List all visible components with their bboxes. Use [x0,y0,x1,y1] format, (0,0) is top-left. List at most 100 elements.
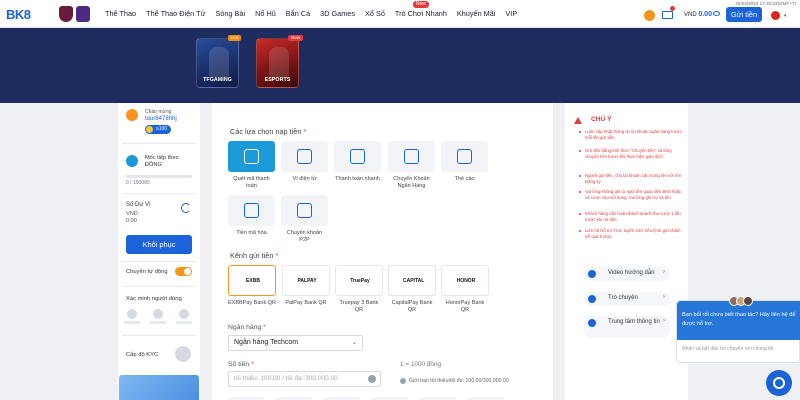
wallet-balance: 0.00 [126,218,137,224]
refresh-icon[interactable] [181,203,191,213]
nav-item[interactable]: Khuyến Mãi [452,0,501,28]
option-label: Chuyển khoản P2P [286,230,323,243]
game-card-esports[interactable]: ESPORTS [256,38,299,88]
verify-title: Xác minh người dùng [126,296,182,302]
notification-badge [670,6,675,11]
nav-item[interactable]: Xổ Số [360,0,390,28]
chat-icon [588,295,596,303]
option-label: Thẻ cào [454,176,475,182]
channel-option[interactable]: TruePay Truepay 3 Bank QR [335,265,383,314]
game-art [269,47,289,77]
mail-icon[interactable] [662,11,673,19]
divider [122,193,196,194]
level-progress-text: 0 / 150000 [126,180,150,186]
level-progress-bar [126,175,192,178]
channel-logo: CAPITAL [403,278,425,284]
level-icon [126,155,138,167]
option-label: Tiền mã hóa [236,230,267,236]
nav-item[interactable]: Bắn Cá [281,0,315,28]
game-banner: TFGAMING Hot ESPORTS New [0,28,800,103]
game-card-tfgaming[interactable]: TFGAMING [196,38,239,88]
amount-label: Số tiền * [228,361,254,368]
channel-option[interactable]: HONOR HonorPay Bank QR [441,265,489,314]
deposit-option[interactable]: Chuyển khoản P2P [281,195,328,244]
brand-logo[interactable]: BK8 [6,7,31,22]
channel-label: PalPay Bank QR [285,300,327,306]
chevron-down-icon[interactable]: ▾ [784,13,787,19]
chevron-right-icon: › [663,269,665,275]
help-link-label: Video hướng dẫn [608,270,655,276]
auto-transfer-toggle[interactable] [175,267,192,276]
info-center-icon [588,319,596,327]
deposit-button[interactable]: Gửi tiền [726,7,762,22]
help-link[interactable]: Trò chuyện › [584,292,670,306]
deposit-option[interactable]: Ví điện tử [281,141,328,183]
help-link[interactable]: Video hướng dẫn › [584,267,670,281]
deposit-option[interactable]: Thẻ cào [441,141,488,183]
deposit-option[interactable]: Quét mã thanh toán [228,141,275,190]
nav-item[interactable]: Thể Thao Điện Tử [141,0,210,28]
chat-widget[interactable]: Bạn bối rối chưa biết thao tác? Hãy liên… [676,296,800,363]
nav-item[interactable]: Nổ Hũ [250,0,281,28]
amount-input[interactable]: tối thiểu: 100,00 / tối đa: 300,000.00 [228,371,381,387]
partner-badge-icon [76,6,90,22]
promo-image[interactable] [119,375,199,400]
id-verify-icon[interactable] [179,309,189,319]
option-label: Ví điện tử [292,176,317,182]
nav-item-label: Nổ Hũ [255,9,276,18]
nav-item[interactable]: Sòng Bài [210,0,250,28]
info-icon [400,378,406,384]
coin-icon [146,126,153,133]
new-tag: New [412,1,429,8]
bank-select[interactable]: Ngân hàng Techcom ⌄ [228,335,363,351]
user-icon[interactable] [643,9,656,22]
option-box [441,141,488,172]
nav-item-label: Khuyến Mãi [456,9,496,18]
vietnam-flag-icon[interactable] [771,11,780,20]
phone-verify-icon[interactable] [127,309,137,319]
option-label: Quét mã thanh toán [233,176,270,189]
nav-item-label: Trò Chơi Nhanh [394,9,447,18]
nav-item[interactable]: VIP [500,0,522,28]
chat-input[interactable]: Nhấn và bắt đầu trò chuyện với chúng tôi [682,346,796,352]
datetime: 20/03/2024 17:20:22(GMT+7) [735,1,796,6]
channel-label: HonorPay Bank QR [445,300,485,313]
clear-icon[interactable] [368,375,376,383]
qr-code-icon [297,149,312,164]
bank-icon [404,149,419,164]
channel-box: CAPITAL [388,265,436,296]
eye-icon[interactable] [713,11,720,16]
chevron-right-icon: › [663,318,665,324]
chat-launcher-button[interactable] [766,370,792,396]
main-nav: Thể Thao Thể Thao Điện Tử Sòng Bài Nổ Hũ Bắn… [100,0,522,28]
channel-option[interactable]: PALPAY PalPay Bank QR [282,265,330,307]
kyc-icon[interactable] [175,346,191,362]
nav-item[interactable]: Thể Thao [100,0,141,28]
restore-button[interactable]: Khôi phục [126,235,192,254]
bank-label-text: Ngân hàng [228,324,262,331]
welcome-text: Chào mừng [145,109,172,115]
deposit-panel: Các lựa chọn nạp tiền * Quét mã thanh to… [212,103,553,400]
username[interactable]: tour8478hhj [145,116,177,122]
help-link[interactable]: Trung tâm thông tin › [584,316,670,338]
hot-tag: Hot [228,35,242,41]
wallet-currency: VND [126,211,138,217]
nav-item-label: Thể Thao Điện Tử [146,9,206,18]
options-title: Các lựa chọn nạp tiền * [230,127,307,136]
channel-label: EXBBPay Bank QR [228,300,276,306]
option-box [228,141,275,172]
email-verify-icon[interactable] [153,309,163,319]
channel-option[interactable]: EXBB EXBBPay Bank QR [228,265,276,307]
channel-box: EXBB [228,265,276,296]
bank-select-value: Ngân hàng Techcom [234,339,299,346]
option-label: Thanh toán nhanh [335,176,380,182]
club-badge-icon [59,6,73,22]
nav-item[interactable]: Trò Chơi Nhanh New [390,0,452,28]
note-item: Vui lòng không ghi từ ngữ liên quan đến … [579,189,682,200]
nav-item[interactable]: 3D Games [315,0,360,28]
amount-label-text: Số tiền [228,361,250,368]
deposit-option[interactable]: Tiền mã hóa [228,195,275,237]
deposit-option[interactable]: Thanh toán nhanh [334,141,381,183]
channel-option[interactable]: CAPITAL CapitalPay Bank QR [388,265,436,314]
deposit-option[interactable]: Chuyển Khoản Ngân Hàng [388,141,435,190]
